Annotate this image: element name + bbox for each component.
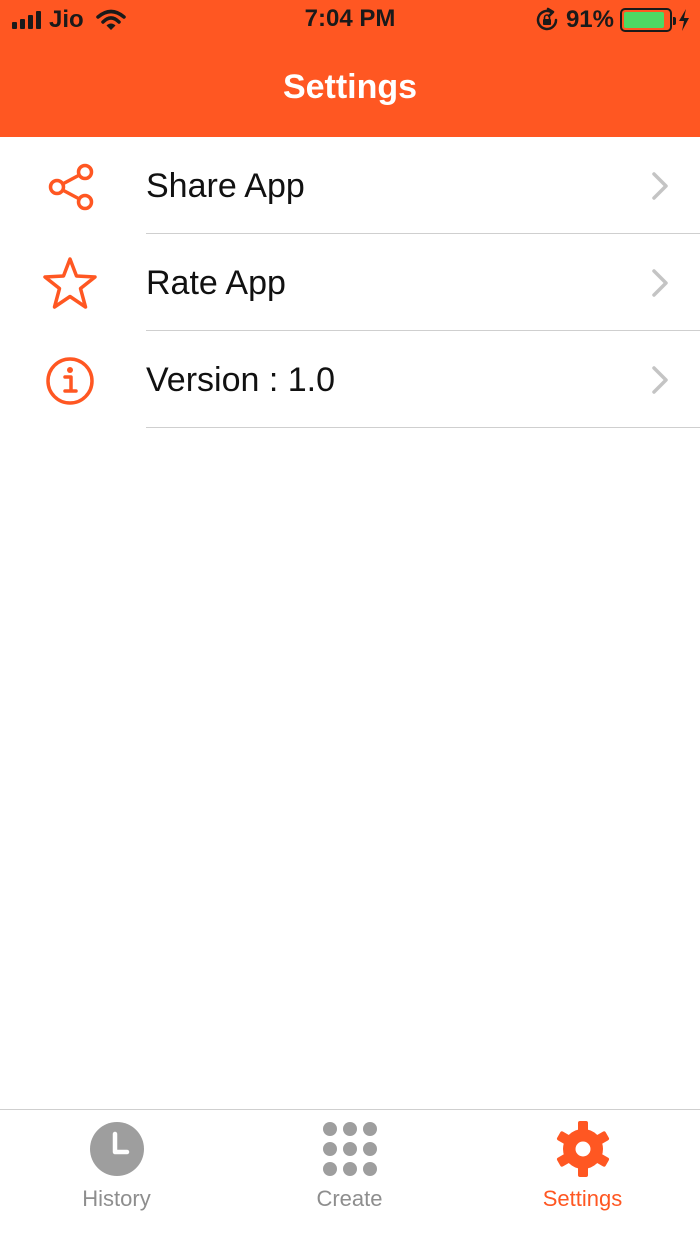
row-divider <box>146 427 700 428</box>
settings-item-label: Share App <box>146 167 305 205</box>
chevron-right-icon <box>652 172 668 200</box>
clock-icon <box>89 1122 144 1176</box>
battery-cap <box>673 17 676 25</box>
tab-label: History <box>82 1186 151 1211</box>
settings-item-version[interactable]: Version : 1.0 <box>0 331 700 428</box>
tab-settings[interactable]: Settings <box>466 1120 699 1240</box>
gear-icon <box>556 1121 609 1177</box>
nav-header: Jio 7:04 PM 91% Settings <box>0 0 700 137</box>
charging-icon <box>679 9 689 31</box>
chevron-right-icon <box>652 269 668 297</box>
status-bar: Jio 7:04 PM 91% <box>0 0 700 40</box>
star-icon <box>43 257 97 309</box>
settings-item-label: Version : 1.0 <box>146 361 336 399</box>
tab-history[interactable]: History <box>0 1120 233 1240</box>
tab-create[interactable]: Create <box>233 1120 466 1240</box>
battery-percent: 91% <box>565 6 614 33</box>
settings-item-rate-app[interactable]: Rate App <box>0 234 700 331</box>
settings-item-share-app[interactable]: Share App <box>0 137 700 234</box>
battery-fill <box>624 12 665 28</box>
battery-icon <box>620 8 676 32</box>
status-right: 91% <box>534 5 690 35</box>
grid-icon <box>322 1122 377 1176</box>
tab-label: Create <box>316 1186 383 1211</box>
tab-label: Settings <box>542 1186 623 1211</box>
chevron-right-icon <box>652 366 668 394</box>
tab-bar: History Create Settings <box>0 1109 700 1244</box>
page-title: Settings <box>282 68 418 106</box>
settings-item-label: Rate App <box>146 264 286 302</box>
info-icon <box>46 357 94 405</box>
settings-list: Share App Rate App Version : 1.0 <box>0 137 700 428</box>
rotation-lock-icon <box>536 7 558 31</box>
share-icon <box>48 163 94 211</box>
